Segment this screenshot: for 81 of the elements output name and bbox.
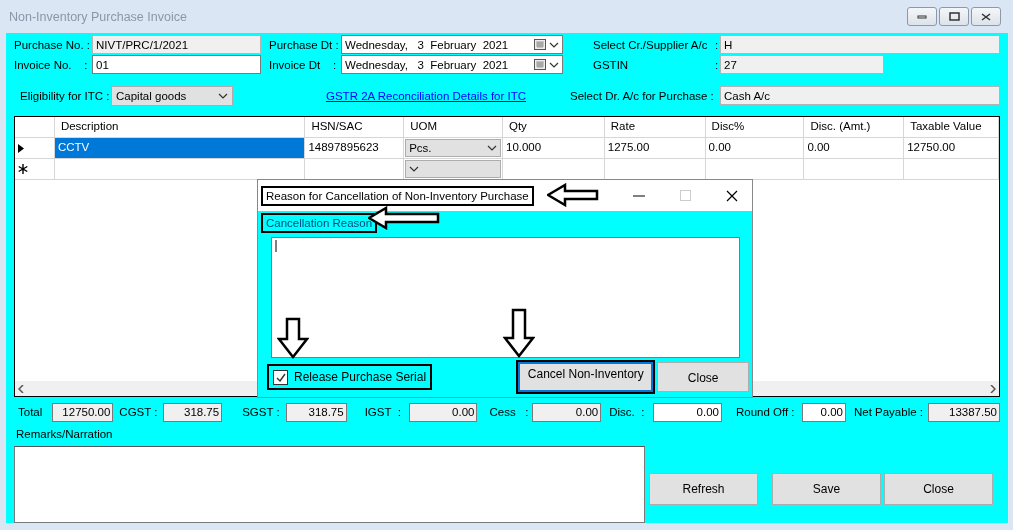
close-button[interactable]: Close [657, 362, 749, 392]
total-label: Net Payable : [852, 406, 924, 419]
total-label: CGST : [118, 406, 159, 419]
total-label: SGST : [241, 406, 281, 419]
field-label: : [715, 58, 720, 71]
field-label: : [715, 38, 720, 51]
field-label: GSTIN [593, 58, 630, 71]
close-icon [981, 12, 991, 21]
annotation-arrow [277, 317, 309, 359]
maximize-button[interactable] [939, 7, 969, 26]
close-button[interactable] [971, 7, 1001, 26]
total-label: Round Off : [734, 406, 796, 419]
amount-field[interactable]: 0.00 [801, 402, 846, 422]
annotation-arrow [503, 308, 535, 358]
caret-icon [549, 61, 559, 68]
field-label: Invoice Dt : [269, 58, 338, 71]
column-header: UOM [404, 117, 503, 139]
reason-field[interactable] [271, 237, 740, 358]
supplier-field[interactable]: H [720, 35, 1000, 55]
amount-field: 13387.50 [927, 402, 1000, 422]
field-label: Purchase Dt : [269, 38, 340, 51]
remarks-label: Remarks/Narration [15, 428, 114, 440]
amount-field: 12750.00 [52, 402, 114, 422]
new-row-icon [18, 164, 28, 175]
minimize-icon[interactable] [633, 194, 645, 197]
uom-dropdown[interactable]: Pcs. [405, 139, 501, 158]
reason-label: Cancellation Reason [261, 213, 378, 233]
total-label: Total [17, 406, 44, 419]
minimize-button[interactable] [907, 7, 937, 26]
gstin-field[interactable]: 27 [720, 55, 884, 75]
maximize-icon [948, 12, 960, 21]
remarks-field[interactable] [14, 446, 645, 523]
caret-icon [487, 145, 497, 152]
invoice-number-field[interactable]: 01 [92, 55, 261, 75]
minimize-icon [917, 14, 927, 19]
amount-field: 0.00 [408, 402, 478, 422]
refresh-button[interactable]: Refresh [649, 473, 758, 505]
debit-account-field[interactable]: Cash A/c [720, 86, 1000, 106]
field-label: Select Dr. A/c for Purchase : [570, 89, 715, 102]
table-cell: 12750.00 [904, 138, 999, 160]
itc-dropdown[interactable]: Capital goods [111, 85, 233, 106]
caret-icon [218, 92, 228, 99]
table-cell: 1275.00 [604, 138, 706, 160]
field-label: Select Cr./Supplier A/c [593, 38, 709, 51]
total-label: Cess : [488, 406, 529, 419]
field-label: Eligibility for ITC : [19, 89, 111, 102]
cancel-button[interactable]: Cancel Non-Inventory [518, 362, 654, 392]
table-cell: 14897895623 [305, 138, 405, 160]
release-serial-checkbox[interactable]: Release Purchase Serial [267, 364, 433, 390]
table-cell: 0.00 [804, 138, 905, 160]
date-field[interactable]: Wednesday, 3 February 2021 [341, 55, 563, 75]
amount-field: 0.00 [532, 402, 602, 422]
table-cell: 0.00 [705, 138, 805, 160]
close-icon[interactable] [726, 189, 738, 202]
calendar-icon [534, 59, 546, 71]
caret-icon [549, 41, 559, 48]
close-button[interactable]: Close [884, 473, 993, 505]
caret-icon [409, 166, 420, 173]
current-row-icon [18, 143, 24, 153]
amount-field: 318.75 [286, 402, 347, 422]
table-cell: 10.000 [503, 138, 605, 160]
date-field[interactable]: Wednesday, 3 February 2021 [341, 35, 563, 55]
check-icon [275, 372, 286, 382]
annotation-arrow [547, 183, 599, 207]
calendar-icon [534, 39, 546, 51]
amount-field[interactable]: 0.00 [653, 402, 722, 422]
scroll-right-icon[interactable] [990, 384, 996, 393]
field-label: Invoice No. : [14, 58, 89, 71]
dialog-title: Reason for Cancellation of Non-Inventory Purchase [261, 185, 534, 206]
amount-field: 318.75 [163, 402, 223, 422]
total-label: Disc. : [608, 406, 646, 419]
field-label: Purchase No. : [14, 38, 92, 51]
maximize-icon [680, 190, 691, 201]
table-cell: CCTV [54, 138, 306, 160]
reconciliation-link[interactable]: GSTR 2A Reconciliation Details for ITC [326, 89, 527, 102]
text-cursor [275, 240, 277, 252]
window-title: Non-Inventory Purchase Invoice [9, 9, 188, 24]
total-label: IGST : [363, 406, 402, 419]
purchase-number-field[interactable]: NIVT/PRC/1/2021 [92, 35, 261, 55]
save-button[interactable]: Save [772, 473, 881, 505]
scroll-left-icon[interactable] [18, 384, 24, 393]
